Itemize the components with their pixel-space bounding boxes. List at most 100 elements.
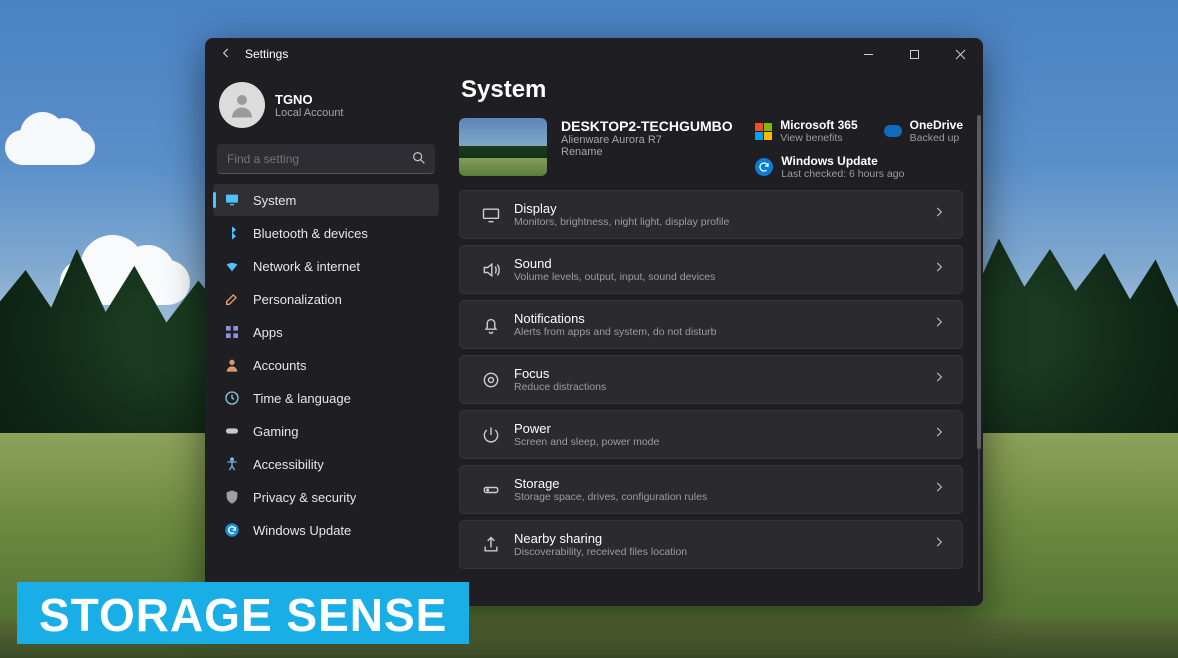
sidebar-item-label: System xyxy=(253,193,296,208)
chevron-right-icon xyxy=(932,480,946,499)
card-power[interactable]: PowerScreen and sleep, power mode xyxy=(459,410,963,459)
search-icon xyxy=(411,150,427,171)
sidebar-item-windows-update[interactable]: Windows Update xyxy=(213,514,439,546)
sidebar-item-label: Time & language xyxy=(253,391,351,406)
sidebar-item-label: Network & internet xyxy=(253,259,360,274)
chevron-right-icon xyxy=(932,315,946,334)
chevron-right-icon xyxy=(932,205,946,224)
monitor-icon xyxy=(476,205,506,225)
card-storage[interactable]: StorageStorage space, drives, configurat… xyxy=(459,465,963,514)
sidebar-item-network-internet[interactable]: Network & internet xyxy=(213,250,439,282)
chevron-right-icon xyxy=(932,425,946,444)
card-subtitle: Monitors, brightness, night light, displ… xyxy=(514,216,729,228)
card-subtitle: Storage space, drives, configuration rul… xyxy=(514,491,707,503)
titlebar: Settings xyxy=(205,38,983,70)
wallpaper-thumb[interactable] xyxy=(459,118,547,176)
sound-icon xyxy=(476,260,506,280)
content-area: System DESKTOP2-TECHGUMBO Alienware Auro… xyxy=(447,70,983,606)
grid-icon xyxy=(223,324,241,340)
card-subtitle: Discoverability, received files location xyxy=(514,546,687,558)
card-title: Sound xyxy=(514,256,715,271)
nav-list: System Bluetooth & devices Network & inter… xyxy=(213,184,439,546)
gamepad-icon xyxy=(223,423,241,439)
bg-cloud xyxy=(5,130,95,165)
card-subtitle: Screen and sleep, power mode xyxy=(514,436,659,448)
sidebar-item-label: Privacy & security xyxy=(253,490,356,505)
card-title: Focus xyxy=(514,366,606,381)
bell-icon xyxy=(476,315,506,335)
account-name: TGNO xyxy=(275,92,344,107)
avatar xyxy=(219,82,265,128)
settings-cards: DisplayMonitors, brightness, night light… xyxy=(459,190,963,569)
sidebar-item-label: Bluetooth & devices xyxy=(253,226,368,241)
card-display[interactable]: DisplayMonitors, brightness, night light… xyxy=(459,190,963,239)
maximize-button[interactable] xyxy=(891,38,937,70)
update-icon xyxy=(755,158,773,176)
sidebar-item-personalization[interactable]: Personalization xyxy=(213,283,439,315)
minimize-button[interactable] xyxy=(845,38,891,70)
tile-onedrive[interactable]: OneDriveBacked up xyxy=(884,118,963,144)
monitor-icon xyxy=(223,192,241,208)
card-subtitle: Alerts from apps and system, do not dist… xyxy=(514,326,717,338)
account-type: Local Account xyxy=(275,107,344,119)
search-input[interactable] xyxy=(217,144,435,174)
back-button[interactable] xyxy=(215,46,237,63)
tile-ms365[interactable]: Microsoft 365View benefits xyxy=(755,118,857,144)
wifi-icon xyxy=(223,258,241,274)
app-title: Settings xyxy=(245,47,288,61)
card-nearby-sharing[interactable]: Nearby sharingDiscoverability, received … xyxy=(459,520,963,569)
sidebar-item-label: Windows Update xyxy=(253,523,351,538)
microsoft-logo-icon xyxy=(755,123,772,140)
close-button[interactable] xyxy=(937,38,983,70)
device-hero: DESKTOP2-TECHGUMBO Alienware Aurora R7 R… xyxy=(459,118,963,180)
device-name: DESKTOP2-TECHGUMBO xyxy=(561,118,733,134)
card-subtitle: Volume levels, output, input, sound devi… xyxy=(514,271,715,283)
page-title: System xyxy=(461,76,963,104)
tile-windows-update[interactable]: Windows UpdateLast checked: 6 hours ago xyxy=(755,154,963,180)
sidebar-item-time-language[interactable]: Time & language xyxy=(213,382,439,414)
rename-link[interactable]: Rename xyxy=(561,146,733,158)
chevron-right-icon xyxy=(932,535,946,554)
card-title: Nearby sharing xyxy=(514,531,687,546)
card-title: Notifications xyxy=(514,311,717,326)
sidebar-item-label: Apps xyxy=(253,325,283,340)
sidebar-item-system[interactable]: System xyxy=(213,184,439,216)
clock-icon xyxy=(223,390,241,406)
card-focus[interactable]: FocusReduce distractions xyxy=(459,355,963,404)
storage-icon xyxy=(476,480,506,500)
share-icon xyxy=(476,535,506,555)
card-subtitle: Reduce distractions xyxy=(514,381,606,393)
device-model: Alienware Aurora R7 xyxy=(561,134,733,146)
settings-window: Settings TGNO Local Account xyxy=(205,38,983,606)
account-block[interactable]: TGNO Local Account xyxy=(213,76,439,138)
card-title: Display xyxy=(514,201,729,216)
onedrive-icon xyxy=(884,125,902,137)
sidebar-item-gaming[interactable]: Gaming xyxy=(213,415,439,447)
power-icon xyxy=(476,425,506,445)
sidebar-item-accessibility[interactable]: Accessibility xyxy=(213,448,439,480)
search-box[interactable] xyxy=(217,144,435,174)
video-banner: STORAGE SENSE xyxy=(17,582,469,644)
accessibility-icon xyxy=(223,456,241,472)
card-title: Power xyxy=(514,421,659,436)
sidebar-item-bluetooth-devices[interactable]: Bluetooth & devices xyxy=(213,217,439,249)
bluetooth-icon xyxy=(223,225,241,241)
chevron-right-icon xyxy=(932,260,946,279)
focus-icon xyxy=(476,370,506,390)
card-notifications[interactable]: NotificationsAlerts from apps and system… xyxy=(459,300,963,349)
sidebar-item-accounts[interactable]: Accounts xyxy=(213,349,439,381)
shield-icon xyxy=(223,489,241,505)
sidebar-item-apps[interactable]: Apps xyxy=(213,316,439,348)
sidebar-item-privacy-security[interactable]: Privacy & security xyxy=(213,481,439,513)
update-icon xyxy=(223,522,241,538)
card-title: Storage xyxy=(514,476,707,491)
person-icon xyxy=(223,357,241,373)
sidebar-item-label: Gaming xyxy=(253,424,299,439)
chevron-right-icon xyxy=(932,370,946,389)
sidebar-item-label: Accessibility xyxy=(253,457,324,472)
scrollbar[interactable] xyxy=(977,115,981,592)
card-sound[interactable]: SoundVolume levels, output, input, sound… xyxy=(459,245,963,294)
sidebar-item-label: Personalization xyxy=(253,292,342,307)
sidebar: TGNO Local Account System Bluetooth & dev… xyxy=(205,70,447,606)
sidebar-item-label: Accounts xyxy=(253,358,306,373)
